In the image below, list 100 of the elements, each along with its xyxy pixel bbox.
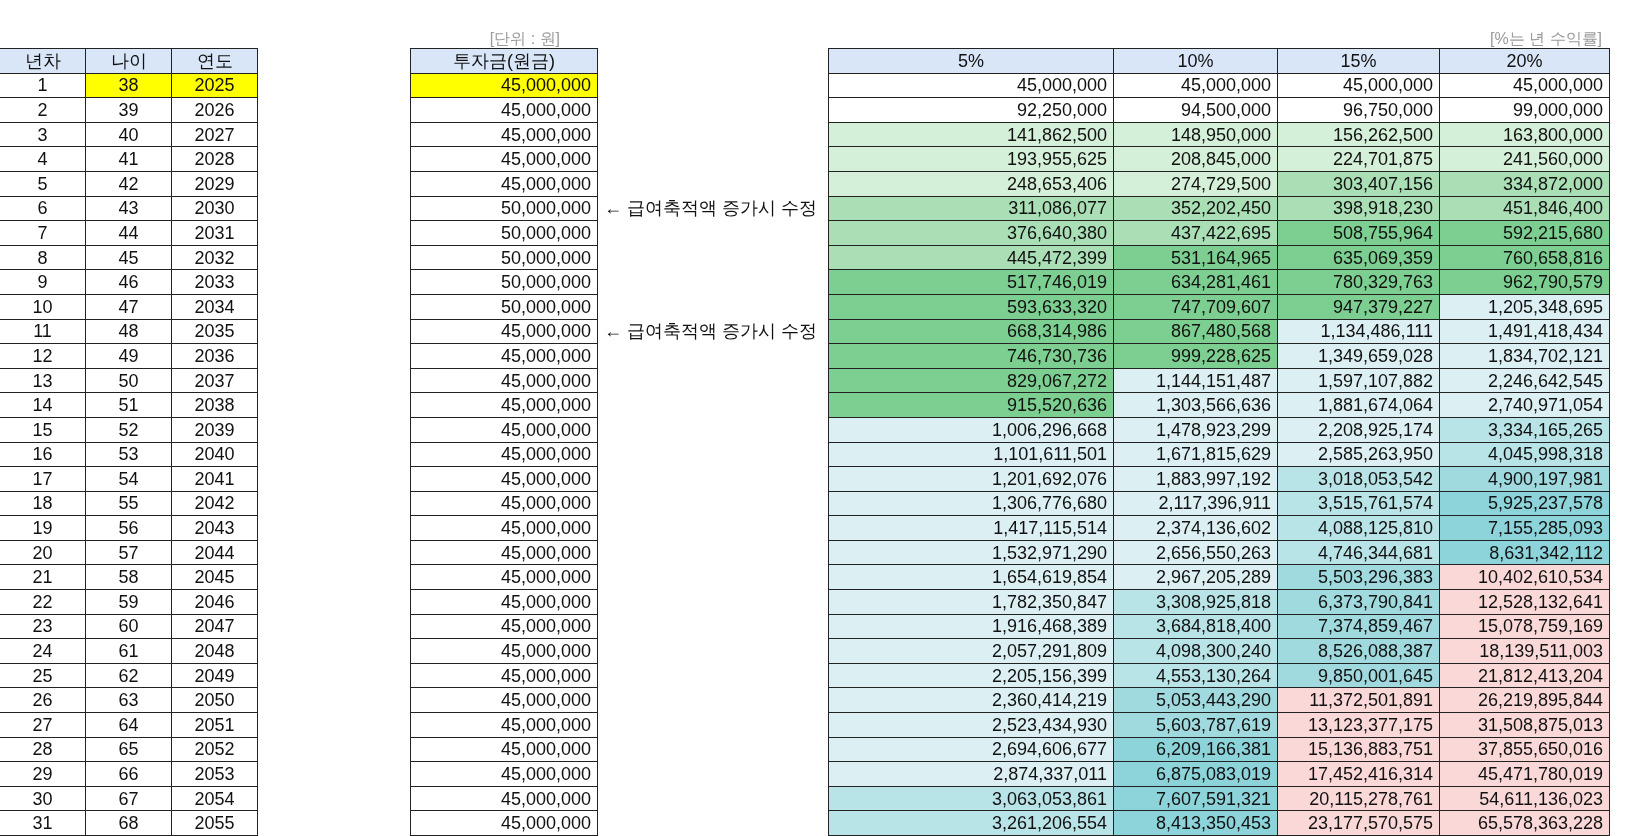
table-cell: 42 — [85, 171, 172, 197]
table-cell: 2049 — [171, 663, 258, 688]
table-cell: 2043 — [171, 515, 258, 541]
table-cell: 3,334,165,265 — [1439, 417, 1610, 442]
table-cell: 11,372,501,891 — [1277, 687, 1440, 713]
table-cell: 15,136,883,751 — [1277, 737, 1440, 762]
table-cell: 1,883,997,192 — [1113, 466, 1278, 492]
table-cell: 3,063,053,861 — [828, 786, 1114, 811]
table-cell: 241,560,000 — [1439, 146, 1610, 172]
table-cell: 2028 — [171, 146, 258, 172]
table-cell: 2,208,925,174 — [1277, 417, 1440, 442]
table-cell: 1,881,674,064 — [1277, 392, 1440, 418]
table-cell: 2039 — [171, 417, 258, 442]
table-cell: 2044 — [171, 540, 258, 565]
table-cell: 2031 — [171, 220, 258, 246]
table-cell: 2038 — [171, 392, 258, 418]
column-header: 투자금(원금) — [410, 48, 598, 74]
table-cell: 6,209,166,381 — [1113, 737, 1278, 762]
table-cell: 1,671,815,629 — [1113, 442, 1278, 467]
table-cell: 45,000,000 — [410, 442, 598, 467]
table-cell: 1,654,619,854 — [828, 564, 1114, 590]
table-cell: 17,452,416,314 — [1277, 761, 1440, 787]
table-cell: 53 — [85, 442, 172, 467]
table-cell: 15,078,759,169 — [1439, 614, 1610, 639]
table-cell: 2053 — [171, 761, 258, 787]
column-header: 15% — [1277, 48, 1440, 74]
table-cell: 334,872,000 — [1439, 171, 1610, 197]
rate-label: [%는 년 수익률] — [1490, 30, 1602, 48]
table-cell: 12,528,132,641 — [1439, 589, 1610, 615]
table-cell: 1,491,418,434 — [1439, 319, 1610, 344]
table-cell: 96,750,000 — [1277, 97, 1440, 123]
table-cell: 30 — [0, 786, 86, 811]
note-text: ← 급여축적액 증가시 수정 — [603, 319, 817, 343]
table-cell: 398,918,230 — [1277, 196, 1440, 221]
table-cell: 531,164,965 — [1113, 245, 1278, 270]
table-cell: 45,000,000 — [410, 146, 598, 172]
table-cell: 45,000,000 — [410, 589, 598, 615]
table-cell: 2,117,396,911 — [1113, 491, 1278, 516]
table-cell: 45,000,000 — [410, 368, 598, 393]
table-cell: 5 — [0, 171, 86, 197]
table-cell: 8,631,342,112 — [1439, 540, 1610, 565]
table-cell: 163,800,000 — [1439, 122, 1610, 147]
table-cell: 13,123,377,175 — [1277, 712, 1440, 738]
table-cell: 55 — [85, 491, 172, 516]
table-cell: 2051 — [171, 712, 258, 738]
table-cell: 45,000,000 — [410, 687, 598, 713]
table-cell: 2048 — [171, 638, 258, 664]
table-cell: 45,000,000 — [410, 540, 598, 565]
table-cell: 635,069,359 — [1277, 245, 1440, 270]
table-cell: 51 — [85, 392, 172, 418]
table-cell: 2032 — [171, 245, 258, 270]
table-cell: 668,314,986 — [828, 319, 1114, 344]
table-cell: 22 — [0, 589, 86, 615]
table-cell: 829,067,272 — [828, 368, 1114, 393]
table-cell: 57 — [85, 540, 172, 565]
table-cell: 65,578,363,228 — [1439, 810, 1610, 836]
table-cell: 437,422,695 — [1113, 220, 1278, 246]
table-cell: 10,402,610,534 — [1439, 564, 1610, 590]
table-cell: 46 — [85, 269, 172, 295]
table-cell: 2055 — [171, 810, 258, 836]
table-cell: 1,349,659,028 — [1277, 343, 1440, 369]
table-cell: 1,006,296,668 — [828, 417, 1114, 442]
table-cell: 23 — [0, 614, 86, 639]
table-cell: 3,261,206,554 — [828, 810, 1114, 836]
table-cell: 2027 — [171, 122, 258, 147]
table-cell: 45,000,000 — [410, 564, 598, 590]
column-header: 20% — [1439, 48, 1610, 74]
table-cell: 780,329,763 — [1277, 269, 1440, 295]
table-cell: 54,611,136,023 — [1439, 786, 1610, 811]
table-cell: 517,746,019 — [828, 269, 1114, 295]
table-cell: 16 — [0, 442, 86, 467]
table-cell: 4,900,197,981 — [1439, 466, 1610, 492]
table-cell: 45,000,000 — [410, 417, 598, 442]
table-cell: 19 — [0, 515, 86, 541]
table-cell: 224,701,875 — [1277, 146, 1440, 172]
table-cell: 45,000,000 — [410, 663, 598, 688]
table-cell: 2,585,263,950 — [1277, 442, 1440, 467]
table-cell: 4 — [0, 146, 86, 172]
table-cell: 45,000,000 — [410, 466, 598, 492]
table-cell: 59 — [85, 589, 172, 615]
table-cell: 8,526,088,387 — [1277, 638, 1440, 664]
table-cell: 2,205,156,399 — [828, 663, 1114, 688]
table-cell: 45,000,000 — [1439, 73, 1610, 98]
table-cell: 593,633,320 — [828, 294, 1114, 320]
table-cell: 18,139,511,003 — [1439, 638, 1610, 664]
table-cell: 15 — [0, 417, 86, 442]
table-cell: 45,000,000 — [410, 343, 598, 369]
table-cell: 45,000,000 — [410, 638, 598, 664]
table-cell: 23,177,570,575 — [1277, 810, 1440, 836]
table-cell: 45,000,000 — [1113, 73, 1278, 98]
table-cell: 2,374,136,602 — [1113, 515, 1278, 541]
table-cell: 21 — [0, 564, 86, 590]
table-cell: 45,000,000 — [828, 73, 1114, 98]
table-cell: 45,000,000 — [410, 97, 598, 123]
table-cell: 20,115,278,761 — [1277, 786, 1440, 811]
table-cell: 1,201,692,076 — [828, 466, 1114, 492]
table-cell: 746,730,736 — [828, 343, 1114, 369]
table-cell: 60 — [85, 614, 172, 639]
table-cell: 2037 — [171, 368, 258, 393]
table-cell: 47 — [85, 294, 172, 320]
